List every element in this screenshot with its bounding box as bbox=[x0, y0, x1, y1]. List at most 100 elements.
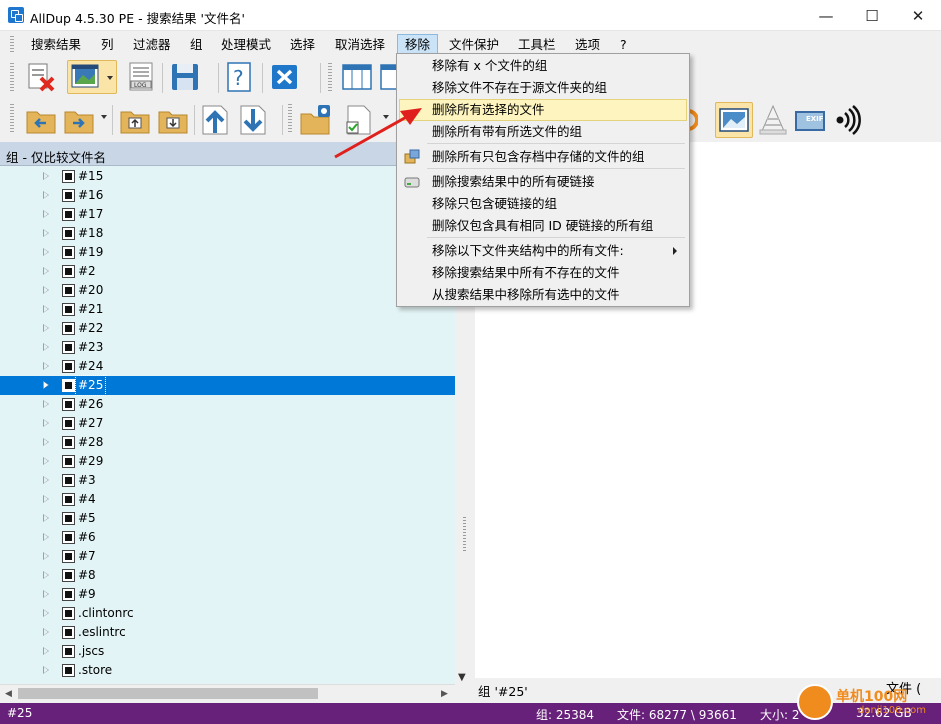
group-checkbox[interactable] bbox=[62, 588, 75, 601]
toolbar2-grip[interactable] bbox=[10, 104, 14, 134]
group-checkbox[interactable] bbox=[62, 626, 75, 639]
menu-toolbars[interactable]: 工具栏 bbox=[511, 34, 563, 55]
menu-help[interactable]: ? bbox=[613, 34, 634, 55]
group-checkbox[interactable] bbox=[62, 398, 75, 411]
menu-item[interactable]: 删除所有选择的文件 bbox=[399, 99, 687, 121]
tree-row[interactable]: .eslintrc bbox=[0, 623, 455, 642]
group-checkbox[interactable] bbox=[62, 474, 75, 487]
save-button[interactable] bbox=[168, 60, 202, 94]
forward-folder-button[interactable] bbox=[62, 103, 96, 137]
expand-chevron-icon[interactable] bbox=[43, 267, 49, 275]
group-checkbox[interactable] bbox=[62, 550, 75, 563]
folder-down-button[interactable] bbox=[156, 103, 190, 137]
group-checkbox[interactable] bbox=[62, 417, 75, 430]
expand-chevron-icon[interactable] bbox=[43, 400, 49, 408]
expand-chevron-icon[interactable] bbox=[43, 229, 49, 237]
menu-item[interactable]: 删除仅包含具有相同 ID 硬链接的所有组 bbox=[399, 215, 687, 237]
tree-row[interactable]: #18 bbox=[0, 224, 455, 243]
group-checkbox[interactable] bbox=[62, 664, 75, 677]
tree-row[interactable]: #4 bbox=[0, 490, 455, 509]
folder-settings-button[interactable] bbox=[298, 103, 332, 137]
media-filter-button[interactable] bbox=[756, 103, 790, 137]
expand-chevron-icon[interactable] bbox=[43, 590, 49, 598]
expand-chevron-icon[interactable] bbox=[43, 457, 49, 465]
group-checkbox[interactable] bbox=[62, 493, 75, 506]
tree-row[interactable]: #15 bbox=[0, 167, 455, 186]
tree-row[interactable]: #3 bbox=[0, 471, 455, 490]
group-checkbox[interactable] bbox=[62, 227, 75, 240]
menu-item[interactable]: 移除文件不存在于源文件夹的组 bbox=[399, 77, 687, 99]
tree-row[interactable]: #23 bbox=[0, 338, 455, 357]
menu-item[interactable]: 移除只包含硬链接的组 bbox=[399, 193, 687, 215]
folder-up-button[interactable] bbox=[118, 103, 152, 137]
menubar-grip[interactable] bbox=[10, 36, 14, 52]
tree-row[interactable]: #5 bbox=[0, 509, 455, 528]
menu-processing-mode[interactable]: 处理模式 bbox=[214, 34, 278, 55]
menu-item[interactable]: 移除搜索结果中所有不存在的文件 bbox=[399, 262, 687, 284]
move-down-button[interactable] bbox=[237, 103, 271, 137]
group-checkbox[interactable] bbox=[62, 379, 75, 392]
group-checkbox[interactable] bbox=[62, 189, 75, 202]
menu-item[interactable]: 删除搜索结果中的所有硬链接 bbox=[399, 171, 687, 193]
group-checkbox[interactable] bbox=[62, 436, 75, 449]
menu-item[interactable]: 移除以下文件夹结构中的所有文件: bbox=[399, 240, 687, 262]
expand-chevron-icon[interactable] bbox=[43, 381, 49, 389]
toolbar-grip[interactable] bbox=[328, 63, 332, 93]
group-checkbox[interactable] bbox=[62, 341, 75, 354]
help-button[interactable]: ? bbox=[222, 60, 256, 94]
image-filter-button[interactable] bbox=[715, 102, 753, 138]
tree-row[interactable]: #6 bbox=[0, 528, 455, 547]
expand-chevron-icon[interactable] bbox=[43, 343, 49, 351]
expand-chevron-icon[interactable] bbox=[43, 533, 49, 541]
scrollbar-thumb[interactable] bbox=[18, 688, 318, 699]
menu-columns[interactable]: 列 bbox=[94, 34, 121, 55]
group-checkbox[interactable] bbox=[62, 246, 75, 259]
expand-chevron-icon[interactable] bbox=[43, 666, 49, 674]
group-checkbox[interactable] bbox=[62, 531, 75, 544]
expand-chevron-icon[interactable] bbox=[43, 476, 49, 484]
menu-item[interactable]: 删除所有带有所选文件的组 bbox=[399, 121, 687, 143]
expand-chevron-icon[interactable] bbox=[43, 552, 49, 560]
group-checkbox[interactable] bbox=[62, 512, 75, 525]
tree-row[interactable]: #16 bbox=[0, 186, 455, 205]
tree-row[interactable]: #25 bbox=[0, 375, 455, 396]
tree-row[interactable]: #22 bbox=[0, 319, 455, 338]
expand-chevron-icon[interactable] bbox=[43, 191, 49, 199]
move-up-button[interactable] bbox=[199, 103, 233, 137]
menu-options[interactable]: 选项 bbox=[568, 34, 607, 55]
tree-row[interactable]: #20 bbox=[0, 281, 455, 300]
group-checkbox[interactable] bbox=[62, 455, 75, 468]
tree-row[interactable]: .store bbox=[0, 661, 455, 680]
expand-chevron-icon[interactable] bbox=[43, 172, 49, 180]
menu-filter[interactable]: 过滤器 bbox=[126, 34, 178, 55]
toolbar-grip[interactable] bbox=[288, 104, 292, 134]
menu-file-protection[interactable]: 文件保护 bbox=[442, 34, 506, 55]
group-checkbox[interactable] bbox=[62, 303, 75, 316]
tree-row[interactable]: #27 bbox=[0, 414, 455, 433]
group-checkbox[interactable] bbox=[62, 607, 75, 620]
tree-row[interactable]: #28 bbox=[0, 433, 455, 452]
maximize-button[interactable]: ☐ bbox=[849, 0, 895, 31]
layout-button[interactable] bbox=[378, 60, 396, 94]
expand-chevron-icon[interactable] bbox=[43, 305, 49, 313]
group-checkbox[interactable] bbox=[62, 208, 75, 221]
group-checkbox[interactable] bbox=[62, 265, 75, 278]
group-tree[interactable]: #15 #16 #17 #18 #19 #2 #20 #21 #22 #23 #24 #25 #26 #2… bbox=[0, 166, 455, 684]
group-checkbox[interactable] bbox=[62, 170, 75, 183]
expand-chevron-icon[interactable] bbox=[43, 647, 49, 655]
menu-select[interactable]: 选择 bbox=[283, 34, 322, 55]
minimize-button[interactable]: — bbox=[803, 0, 849, 31]
expand-chevron-icon[interactable] bbox=[43, 362, 49, 370]
menu-item[interactable]: 移除有 x 个文件的组 bbox=[399, 55, 687, 77]
menu-deselect[interactable]: 取消选择 bbox=[328, 34, 392, 55]
menu-group[interactable]: 组 bbox=[183, 34, 210, 55]
tree-row[interactable]: #9 bbox=[0, 585, 455, 604]
tree-row[interactable]: #21 bbox=[0, 300, 455, 319]
scroll-right-icon[interactable]: ▶ bbox=[441, 689, 448, 699]
chevron-down-icon[interactable] bbox=[101, 115, 107, 119]
expand-chevron-icon[interactable] bbox=[43, 495, 49, 503]
expand-chevron-icon[interactable] bbox=[43, 286, 49, 294]
toolbar1-grip[interactable] bbox=[10, 63, 14, 93]
tree-row[interactable]: #7 bbox=[0, 547, 455, 566]
group-checkbox[interactable] bbox=[62, 645, 75, 658]
